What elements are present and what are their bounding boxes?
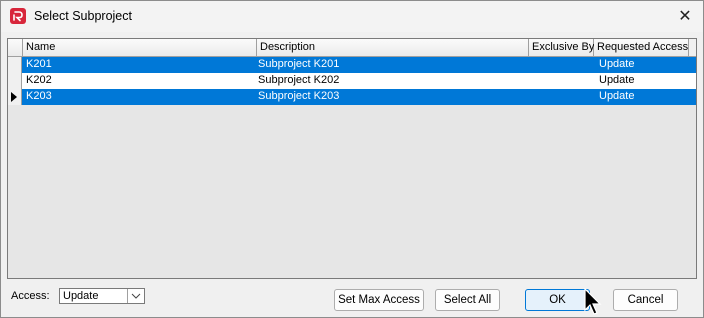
cell-exclusive-by bbox=[527, 73, 592, 89]
cell-description: Subproject K203 bbox=[258, 90, 340, 102]
select-subproject-dialog: Select Subproject ✕ Name Description Exc… bbox=[0, 0, 704, 318]
row-indicator[interactable] bbox=[8, 89, 22, 105]
cell-name: K202 bbox=[26, 74, 52, 86]
cell-requested-access: Update bbox=[599, 58, 635, 70]
cell-name: K201 bbox=[26, 58, 52, 70]
chevron-down-icon[interactable] bbox=[127, 289, 144, 303]
table-row[interactable]: K202 Subproject K202 Update bbox=[8, 73, 696, 89]
access-label: Access: bbox=[11, 290, 50, 302]
window-title: Select Subproject bbox=[34, 9, 132, 23]
set-max-access-button[interactable]: Set Max Access bbox=[334, 289, 424, 311]
app-logo-icon bbox=[10, 8, 26, 24]
mouse-pointer-icon bbox=[584, 288, 602, 315]
cell-description: Subproject K201 bbox=[258, 58, 340, 70]
row-indicator[interactable] bbox=[8, 57, 22, 73]
cell-requested-access: Update bbox=[599, 74, 635, 86]
access-dropdown[interactable]: Update bbox=[59, 288, 145, 304]
cell-exclusive-by bbox=[527, 57, 592, 73]
row-indicator-header bbox=[8, 39, 23, 56]
row-indicator[interactable] bbox=[8, 73, 22, 89]
ok-button[interactable]: OK bbox=[525, 289, 590, 311]
access-selected-value: Update bbox=[63, 290, 99, 302]
cell-description: Subproject K202 bbox=[258, 74, 340, 86]
cancel-button[interactable]: Cancel bbox=[613, 289, 678, 311]
column-header-name[interactable]: Name bbox=[23, 39, 257, 56]
subproject-grid[interactable]: Name Description Exclusive By Requested … bbox=[7, 38, 697, 279]
close-icon[interactable]: ✕ bbox=[667, 1, 703, 32]
column-header-exclusive-by[interactable]: Exclusive By bbox=[529, 39, 594, 56]
cell-requested-access: Update bbox=[599, 90, 635, 102]
cell-exclusive-by bbox=[527, 89, 592, 105]
current-row-arrow-icon bbox=[11, 92, 17, 102]
column-header-description[interactable]: Description bbox=[257, 39, 529, 56]
table-row[interactable]: K201 Subproject K201 Update bbox=[8, 57, 696, 73]
column-header-requested-access[interactable]: Requested Access bbox=[594, 39, 689, 56]
select-all-button[interactable]: Select All bbox=[435, 289, 500, 311]
grid-header-row: Name Description Exclusive By Requested … bbox=[8, 39, 696, 57]
table-row[interactable]: K203 Subproject K203 Update bbox=[8, 89, 696, 105]
cell-name: K203 bbox=[26, 90, 52, 102]
title-bar: Select Subproject ✕ bbox=[1, 1, 703, 32]
